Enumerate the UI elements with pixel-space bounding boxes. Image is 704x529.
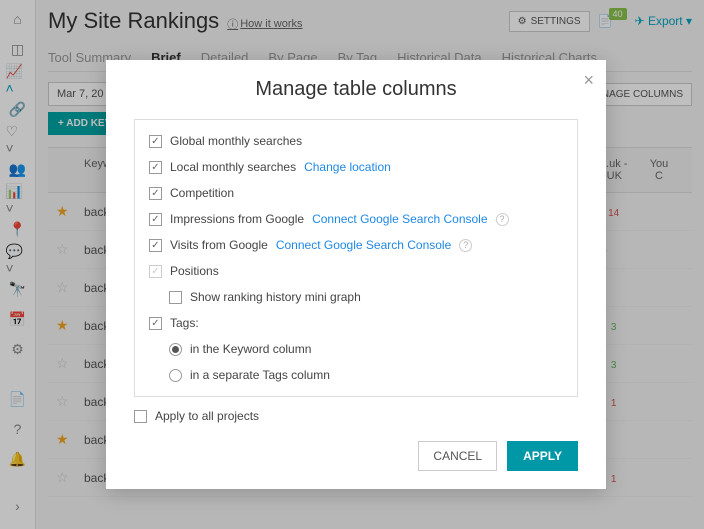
close-icon[interactable]: × — [583, 70, 594, 91]
checkbox-apply-all[interactable] — [134, 410, 147, 423]
connect-gsc-link-1[interactable]: Connect Google Search Console — [312, 212, 487, 226]
help-icon[interactable]: ? — [496, 213, 509, 226]
connect-gsc-link-2[interactable]: Connect Google Search Console — [276, 238, 451, 252]
checkbox-mini-graph[interactable] — [169, 291, 182, 304]
checkbox-positions[interactable] — [149, 265, 162, 278]
apply-button[interactable]: APPLY — [507, 441, 578, 471]
change-location-link[interactable]: Change location — [304, 160, 391, 174]
help-icon[interactable]: ? — [459, 239, 472, 252]
checkbox-tags[interactable] — [149, 317, 162, 330]
cancel-button[interactable]: CANCEL — [418, 441, 497, 471]
radio-tags-inline[interactable] — [169, 343, 182, 356]
checkbox-global[interactable] — [149, 135, 162, 148]
manage-columns-modal: × Manage table columns Global monthly se… — [106, 60, 606, 489]
checkbox-local[interactable] — [149, 161, 162, 174]
radio-tags-separate[interactable] — [169, 369, 182, 382]
checkbox-visits[interactable] — [149, 239, 162, 252]
checkbox-impressions[interactable] — [149, 213, 162, 226]
checkbox-competition[interactable] — [149, 187, 162, 200]
modal-title: Manage table columns — [134, 78, 578, 101]
